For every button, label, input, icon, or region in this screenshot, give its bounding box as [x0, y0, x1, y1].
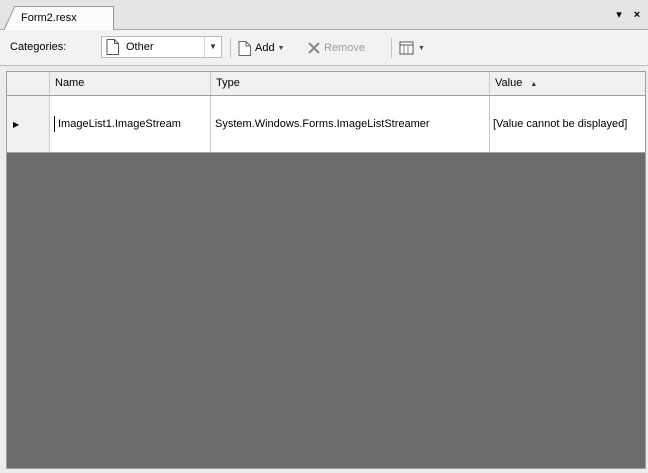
current-row-icon: ▶ [13, 119, 20, 129]
category-select[interactable]: Other ▼ [101, 36, 222, 58]
add-dropdown-arrow-icon[interactable]: ▼ [278, 45, 285, 52]
document-tab-title: Form2.resx [21, 12, 77, 24]
cell-name[interactable]: ImageList1.ImageStream [50, 96, 211, 152]
add-resource-icon [238, 40, 251, 56]
resource-grid: Name Type Value ▲ ▶ ImageList1.ImageStrea… [6, 71, 646, 469]
views-dropdown-arrow-icon[interactable]: ▼ [418, 45, 425, 52]
text-caret [54, 116, 55, 132]
add-resource-label: Add [255, 42, 275, 54]
close-icon[interactable]: × [630, 8, 644, 22]
categories-label: Categories: [10, 41, 67, 53]
column-header-value-label: Value [495, 77, 523, 89]
toolbar-separator [391, 38, 392, 58]
remove-resource-button[interactable]: Remove [307, 37, 365, 59]
row-selector[interactable]: ▶ [7, 96, 50, 152]
resource-editor-window: Form2.resx ▾ × Categories: Other ▼ Add ▼ [0, 0, 648, 473]
document-icon [106, 39, 119, 55]
cell-name-text: ImageList1.ImageStream [58, 118, 181, 130]
grid-header: Name Type Value ▲ [7, 72, 645, 96]
column-header-type[interactable]: Type [211, 72, 490, 95]
category-value: Other [126, 41, 154, 53]
add-resource-button[interactable]: Add ▼ [238, 37, 285, 59]
column-header-name[interactable]: Name [50, 72, 211, 95]
sort-arrow-icon: ▲ [530, 81, 538, 88]
chevron-down-icon[interactable]: ▼ [204, 37, 221, 57]
window-position-dropdown-icon[interactable]: ▾ [612, 8, 626, 22]
document-tab-strip: Form2.resx ▾ × [0, 0, 648, 30]
document-tab[interactable]: Form2.resx [4, 6, 114, 30]
column-header-value[interactable]: Value ▲ [490, 72, 645, 95]
row-header-corner[interactable] [7, 72, 50, 95]
views-icon [399, 41, 414, 54]
toolbar-separator [230, 38, 231, 58]
views-button[interactable]: ▼ [399, 37, 425, 59]
table-row[interactable]: ▶ ImageList1.ImageStream System.Windows.… [7, 96, 645, 153]
delete-x-icon [308, 42, 320, 54]
remove-resource-label: Remove [324, 42, 365, 54]
resource-toolbar: Categories: Other ▼ Add ▼ Remove ▼ [0, 30, 648, 66]
cell-type[interactable]: System.Windows.Forms.ImageListStreamer [211, 96, 490, 152]
cell-value[interactable]: [Value cannot be displayed] [490, 96, 645, 152]
